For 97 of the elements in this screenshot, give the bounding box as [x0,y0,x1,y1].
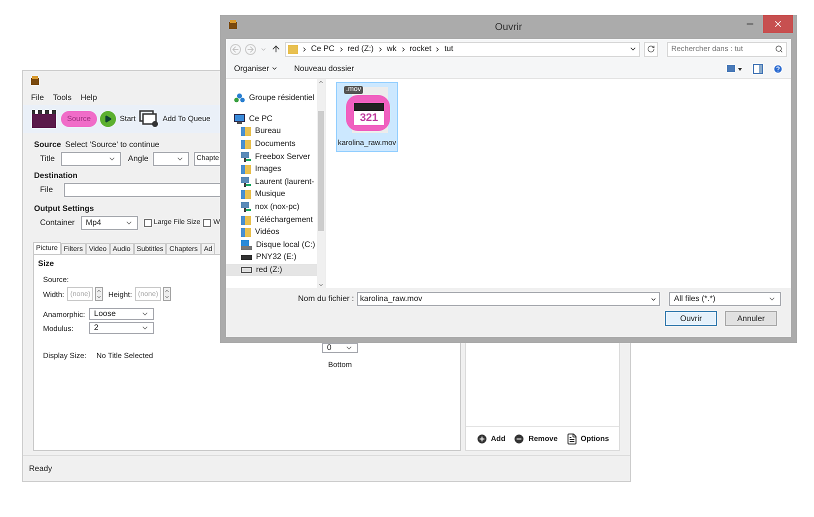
minus-circle-icon [513,432,526,444]
scrollbar[interactable] [317,79,325,288]
title-dropdown[interactable] [61,152,121,166]
network-group-icon [234,93,245,104]
field-label: Container [40,217,75,229]
breadcrumb[interactable]: red (Z:) [348,43,374,55]
chevron-right-icon [300,46,308,52]
section-label: Source [34,138,62,150]
nav-item[interactable]: red (Z:) [226,264,317,276]
close-button[interactable] [763,15,793,33]
nav-item[interactable]: Disque local (C:) [226,238,317,252]
play-icon [100,111,116,127]
folder-icon [241,189,251,200]
clapperboard-icon [31,109,57,129]
up-icon[interactable] [270,44,281,54]
folder-icon [241,126,251,136]
new-folder-button[interactable]: Nouveau dossier [294,62,354,74]
help-icon[interactable] [773,64,783,74]
chevron-down-icon [124,219,133,227]
section-label: Size [38,258,54,270]
search-icon [775,45,783,53]
chevron-right-icon [338,46,344,52]
crop-bottom-dropdown[interactable]: 0 [322,343,358,353]
file-type-dropdown[interactable]: All files (*.*) [669,292,782,306]
breadcrumb[interactable]: rocket [410,43,432,55]
network-computer-icon [241,152,251,162]
breadcrumb[interactable]: tut [444,43,454,55]
refresh-icon [647,45,656,53]
nav-item[interactable]: Ce PC [226,112,317,126]
section-label: Output Settings [34,203,94,214]
chevron-down-icon[interactable] [629,45,638,53]
preview-pane-icon[interactable] [753,64,763,74]
window-title: Ouvrir [494,20,522,34]
modulus-dropdown[interactable]: 2 [89,322,154,334]
angle-dropdown[interactable] [153,152,190,166]
document-icon [566,432,578,444]
chevron-down-icon [768,295,776,303]
anamorphic-dropdown[interactable]: Loose [89,308,154,320]
menu-item[interactable]: Tools [52,92,72,104]
folder-icon [241,227,251,238]
nav-item[interactable]: PNY32 (E:) [226,251,317,264]
section-label: Destination [34,170,78,181]
hard-drive-icon [241,240,252,250]
chevron-right-icon [434,46,442,52]
usb-drive-icon [241,254,252,260]
address-bar[interactable]: Ce PC red (Z:) wk rocket tut [284,42,640,56]
close-icon [773,19,783,29]
nav-item[interactable]: Vidéos [226,226,317,239]
folder-icon [241,214,251,225]
scroll-up-icon[interactable] [318,79,324,85]
chevron-right-icon [376,46,384,52]
folder-icon [241,164,251,174]
dialog-button[interactable]: Annuler [725,311,777,326]
app-logo-icon [228,20,238,30]
caret-icon [271,65,278,72]
network-computer-icon [241,202,251,212]
view-options-icon[interactable] [727,64,743,72]
dialog-button[interactable]: Ouvrir [665,311,717,326]
nav-item[interactable]: Bureau [226,125,317,138]
nav-item[interactable]: Laurent (laurent- [226,176,317,188]
breadcrumb[interactable]: wk [386,43,397,55]
images-add-icon [138,110,159,128]
chevron-right-icon [400,46,407,52]
checkbox[interactable] [144,219,152,227]
menu-item[interactable]: Help [80,92,98,104]
menu-item[interactable]: File [31,92,44,104]
plus-circle-icon [476,432,488,444]
network-computer-icon [241,176,251,187]
field-label: File [40,184,54,196]
network-drive-icon [241,267,252,274]
refresh-button[interactable] [644,42,658,56]
scroll-down-icon[interactable] [318,282,324,288]
scrollbar-thumb[interactable] [318,111,324,231]
status-text: Ready [29,462,52,474]
nav-item[interactable]: Téléchargement [226,213,317,226]
field-label: Title [40,152,56,164]
chevron-down-icon[interactable] [650,296,658,302]
checkbox[interactable] [203,219,212,227]
nav-item[interactable]: Images [226,162,317,176]
folder-icon [288,44,298,54]
container-dropdown[interactable]: Mp4 [80,216,138,230]
nav-item[interactable]: nox (nox-pc) [226,200,317,214]
spin-buttons[interactable] [163,287,172,302]
field-label: Nom du fichier : [298,293,354,305]
nav-item[interactable]: Groupe résidentiel [226,92,317,105]
organize-menu[interactable]: Organiser [234,62,278,74]
spin-buttons[interactable] [95,287,104,302]
field-label: Angle [128,152,148,164]
folder-icon [241,139,251,150]
nav-item[interactable]: Documents [226,138,317,150]
chevron-down-icon [345,344,353,352]
source-hint: Select 'Source' to continue [65,138,160,150]
nav-item[interactable]: Musique [226,188,317,201]
breadcrumb[interactable]: Ce PC [310,43,334,55]
filename-field[interactable]: karolina_raw.mov [357,292,660,306]
app-logo-icon [30,76,40,86]
computer-icon [234,114,245,124]
